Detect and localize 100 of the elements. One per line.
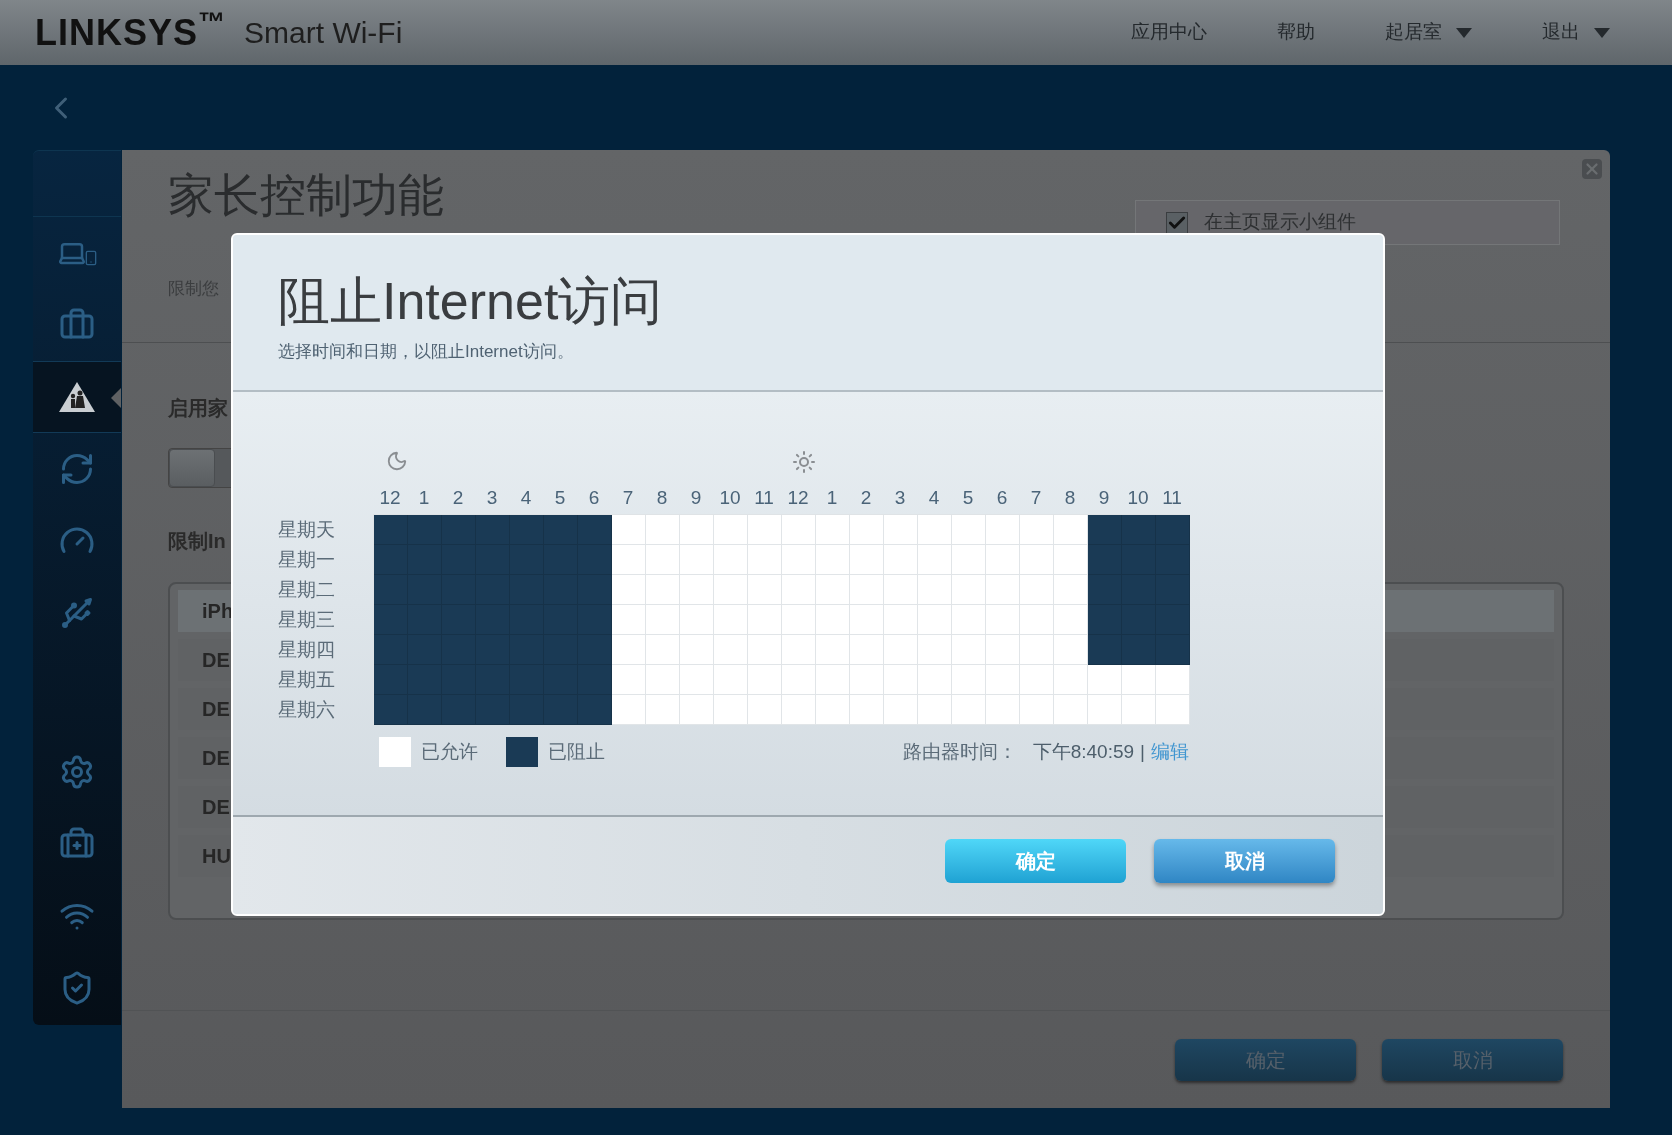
legend-swatch xyxy=(506,737,538,767)
schedule-cell[interactable] xyxy=(578,545,612,575)
day-label: 星期天 xyxy=(278,518,336,542)
legend-label: 已允许 xyxy=(421,739,478,764)
day-label: 星期一 xyxy=(278,548,336,572)
schedule-cell[interactable] xyxy=(544,515,578,545)
hour-label: 9 xyxy=(689,486,703,510)
schedule-cell[interactable] xyxy=(578,665,612,695)
checkbox[interactable] xyxy=(1166,211,1188,234)
logo: LINKSYS$^{™}$ xyxy=(35,6,227,55)
schedule-cell[interactable] xyxy=(1088,635,1122,665)
hour-label: 5 xyxy=(553,486,567,510)
day-label: 星期五 xyxy=(278,668,336,692)
schedule-cell[interactable] xyxy=(1088,545,1122,575)
hour-label: 1 xyxy=(825,486,839,510)
day-label: 星期三 xyxy=(278,608,336,632)
schedule-cell[interactable] xyxy=(1088,605,1122,635)
hour-label: 6 xyxy=(587,486,601,510)
pointer-icon xyxy=(111,388,121,408)
hour-label: 5 xyxy=(961,486,975,510)
schedule-cell[interactable] xyxy=(1156,575,1190,605)
hour-label: 4 xyxy=(519,486,533,510)
sidebar-item[interactable] xyxy=(33,361,121,433)
nav-link[interactable]: 起居室 xyxy=(1385,18,1472,47)
hour-label: 11 xyxy=(1161,486,1183,510)
hour-label: 6 xyxy=(995,486,1009,510)
dialog-button[interactable]: 取消 xyxy=(1154,839,1335,883)
schedule-cell[interactable] xyxy=(1156,515,1190,545)
hour-label: 8 xyxy=(655,486,669,510)
schedule-cell[interactable] xyxy=(544,695,578,725)
schedule-cell[interactable] xyxy=(1156,605,1190,635)
schedule-cell[interactable] xyxy=(374,515,408,545)
schedule-cell[interactable] xyxy=(408,695,442,725)
hour-label: 7 xyxy=(1029,486,1043,510)
hour-label: 1 xyxy=(417,486,431,510)
schedule-cell[interactable] xyxy=(374,695,408,725)
schedule-cell[interactable] xyxy=(510,695,544,725)
nav-link[interactable]: 退出 xyxy=(1542,18,1610,47)
schedule-cell[interactable] xyxy=(578,635,612,665)
hour-label: 8 xyxy=(1063,486,1077,510)
hour-label: 4 xyxy=(927,486,941,510)
hour-label: 11 xyxy=(753,486,775,510)
schedule-cell[interactable] xyxy=(408,515,442,545)
schedule-cell[interactable] xyxy=(374,635,408,665)
schedule-cell[interactable] xyxy=(510,515,544,545)
section-heading: 限制In xyxy=(168,529,226,554)
schedule-cell[interactable] xyxy=(374,605,408,635)
router-time-label: 路由器时间： xyxy=(902,739,1017,764)
hour-label: 12 xyxy=(378,486,402,510)
schedule-cell[interactable] xyxy=(374,545,408,575)
schedule-cell[interactable] xyxy=(374,665,408,695)
family-warning-icon xyxy=(57,380,97,414)
hour-label: 3 xyxy=(485,486,499,510)
footer-button[interactable]: 确定 xyxy=(1175,1038,1356,1081)
hour-label: 9 xyxy=(1097,486,1111,510)
moon-icon xyxy=(386,450,408,472)
hour-label: 10 xyxy=(718,486,742,510)
schedule-cell[interactable] xyxy=(476,515,510,545)
separator: | xyxy=(1140,739,1145,764)
router-time: 下午8:40:59 xyxy=(1032,739,1135,764)
hour-label: 2 xyxy=(859,486,873,510)
product-name: Smart Wi-Fi xyxy=(244,15,403,51)
nav-link[interactable]: 应用中心 xyxy=(1131,18,1207,47)
schedule-cell[interactable] xyxy=(578,515,612,545)
hour-label: 7 xyxy=(621,486,635,510)
schedule-cell[interactable] xyxy=(1156,635,1190,665)
day-label: 星期六 xyxy=(278,698,336,722)
hour-label: 3 xyxy=(893,486,907,510)
schedule-cell[interactable] xyxy=(578,575,612,605)
hour-label: 10 xyxy=(1126,486,1150,510)
legend-swatch xyxy=(379,737,411,767)
close-icon[interactable] xyxy=(1582,159,1602,179)
day-label: 星期四 xyxy=(278,638,336,662)
schedule-cell[interactable] xyxy=(578,695,612,725)
hour-label: 2 xyxy=(451,486,465,510)
schedule-cell[interactable] xyxy=(578,605,612,635)
hour-label: 12 xyxy=(786,486,810,510)
day-label: 星期二 xyxy=(278,578,336,602)
dialog-subtitle: 选择时间和日期，以阻止Internet访问。 xyxy=(278,341,575,363)
schedule-cell[interactable] xyxy=(1156,545,1190,575)
schedule-cell[interactable] xyxy=(442,695,476,725)
schedule-cell[interactable] xyxy=(1122,515,1156,545)
page-title: 家长控制功能 xyxy=(168,172,444,218)
schedule-cell[interactable] xyxy=(1122,635,1156,665)
schedule-cell[interactable] xyxy=(374,575,408,605)
nav-link[interactable]: 帮助 xyxy=(1277,18,1315,47)
dialog-button[interactable]: 确定 xyxy=(945,839,1126,883)
dialog-title: 阻止Internet访问 xyxy=(278,275,664,327)
edit-link[interactable]: 编辑 xyxy=(1151,737,1189,767)
schedule-cell[interactable] xyxy=(442,515,476,545)
sun-icon xyxy=(792,450,816,474)
usb-icon xyxy=(59,595,95,631)
checkbox-label: 在主页显示小组件 xyxy=(1204,210,1356,235)
legend-label: 已阻止 xyxy=(548,739,605,764)
settings-icon xyxy=(59,754,95,790)
footer-button[interactable]: 取消 xyxy=(1382,1038,1563,1081)
schedule-cell[interactable] xyxy=(1088,515,1122,545)
schedule-cell[interactable] xyxy=(476,695,510,725)
refresh-icon xyxy=(59,451,95,487)
schedule-cell[interactable] xyxy=(1088,575,1122,605)
